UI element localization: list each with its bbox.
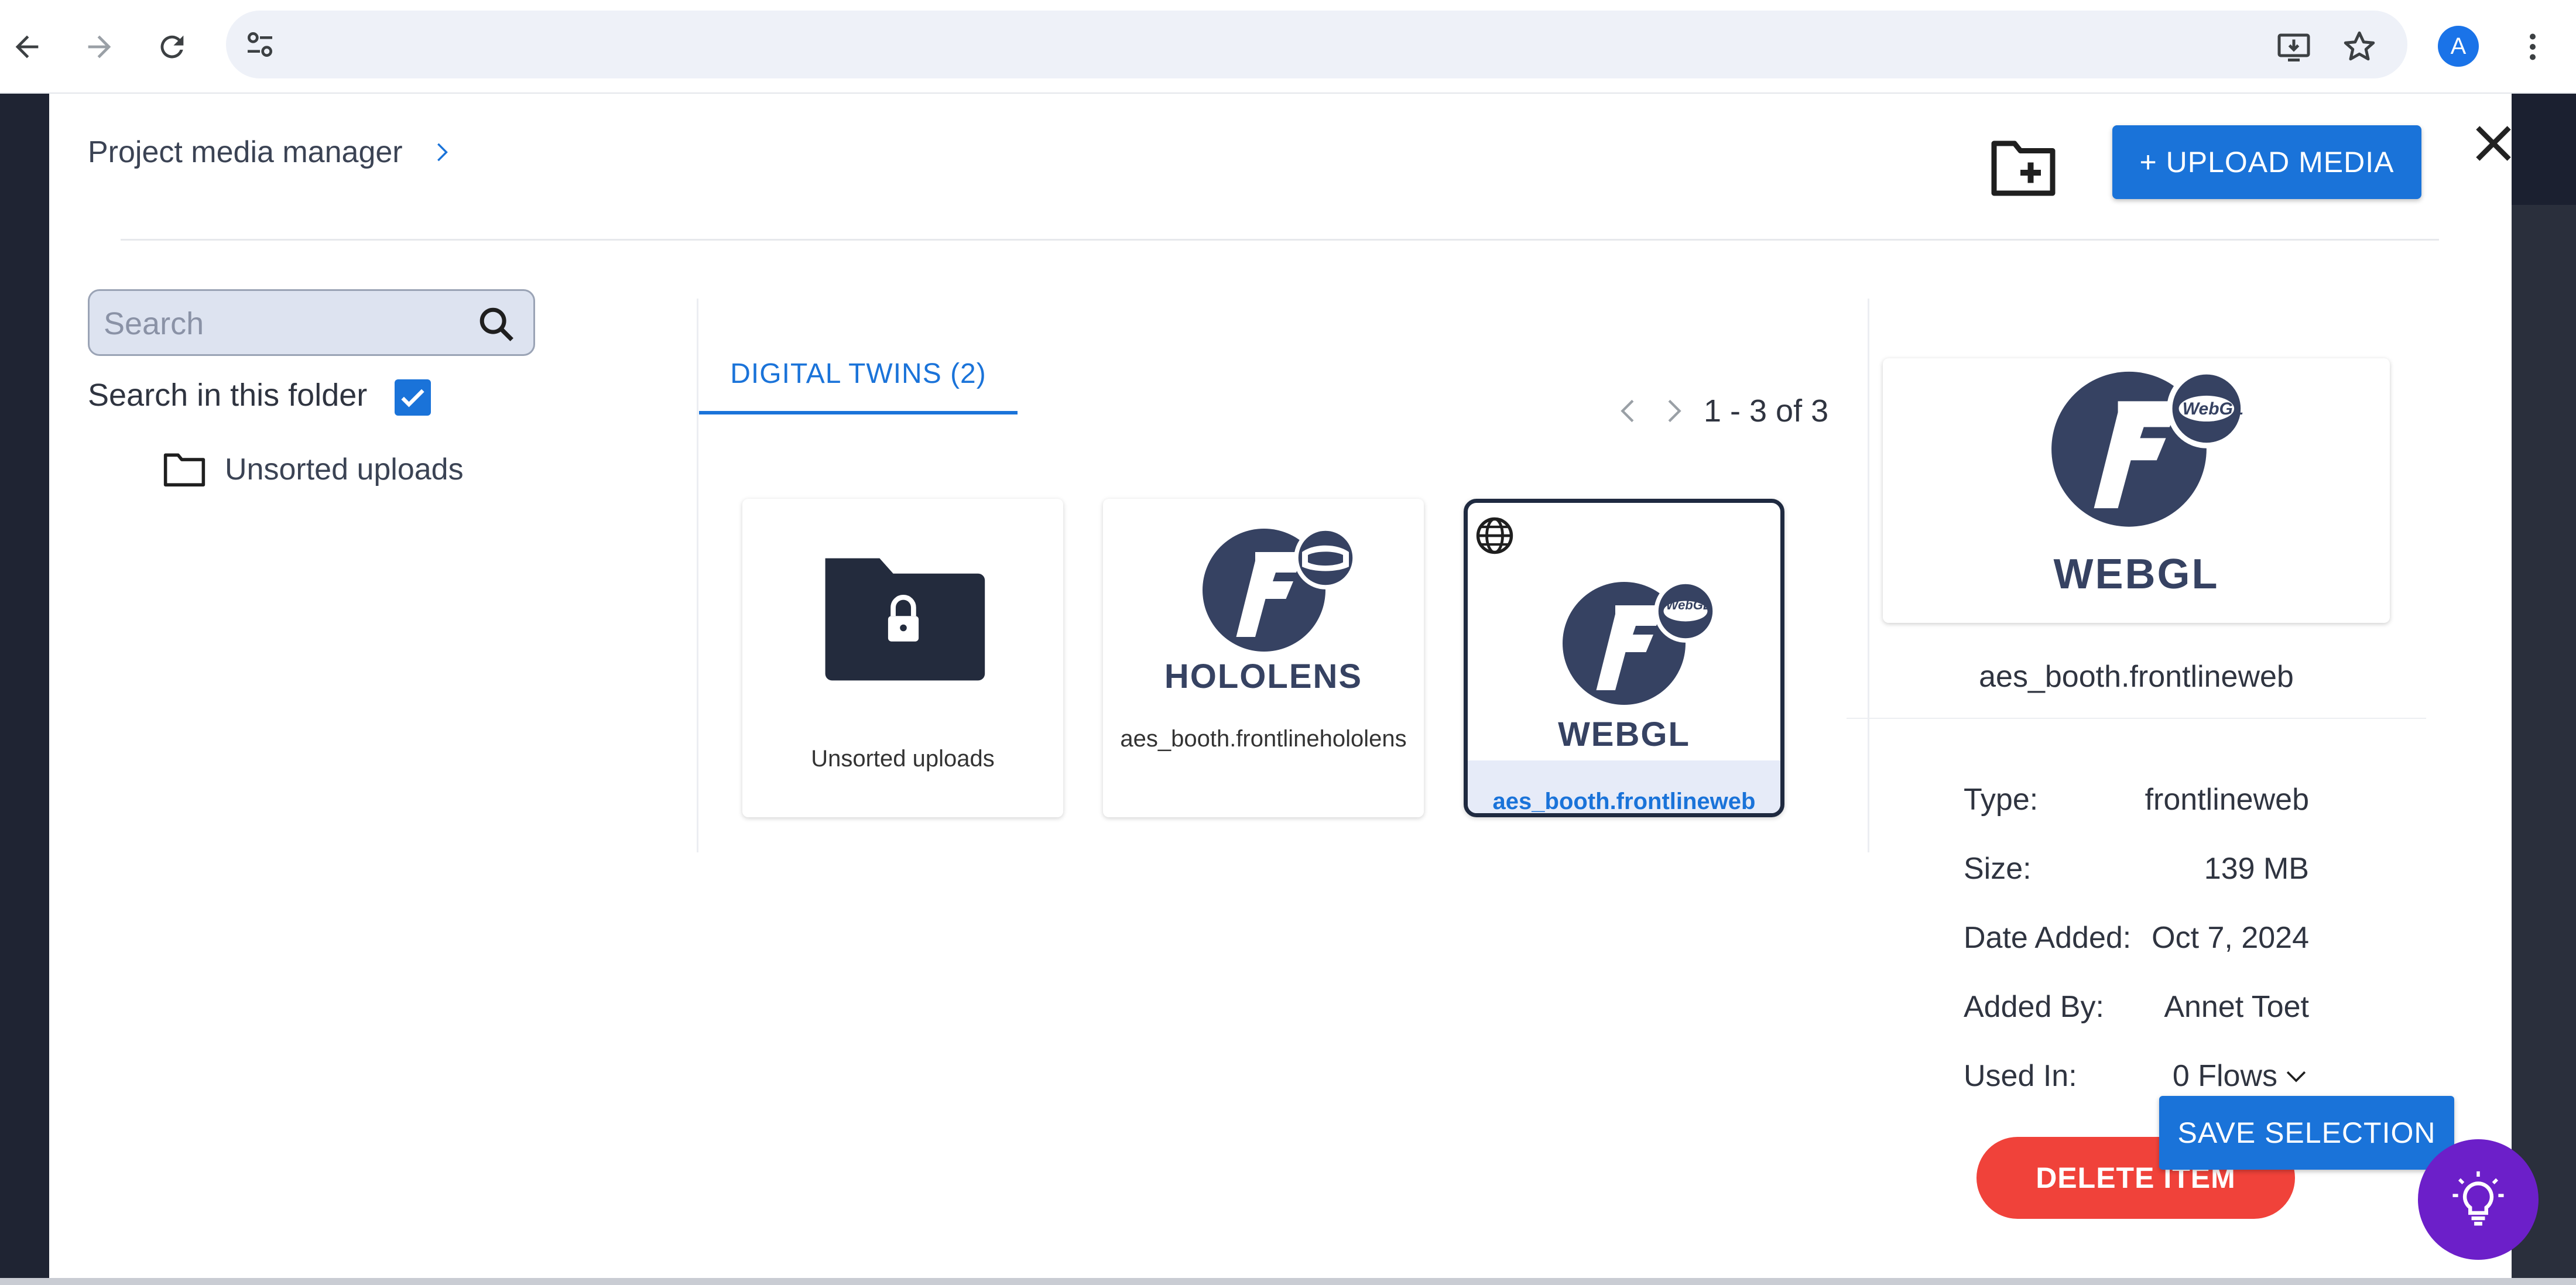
logo-wordmark: WEBGL <box>2053 551 2219 598</box>
site-settings-icon[interactable] <box>244 28 276 61</box>
pagination-range: 1 - 3 of 3 <box>1704 393 1829 429</box>
back-button[interactable] <box>4 23 50 70</box>
detail-value: 0 Flows <box>2172 1059 2277 1093</box>
detail-value: Oct 7, 2024 <box>2152 921 2309 955</box>
detail-value: frontlineweb <box>2145 783 2309 817</box>
folder-icon <box>163 453 205 486</box>
background-right-panel <box>2512 94 2576 1285</box>
detail-row-type: Type: frontlineweb <box>1964 782 2309 817</box>
detail-label: Added By: <box>1964 990 2104 1024</box>
arrow-right-icon <box>88 35 111 59</box>
frontline-webgl-logo-icon <box>1563 580 1717 705</box>
check-icon <box>401 389 424 407</box>
window-bottom-edge <box>0 1278 2576 1285</box>
frontline-webgl-logo-icon <box>2051 369 2246 527</box>
detail-row-used-in: Used In: 0 Flows <box>1964 1058 2309 1094</box>
detail-value: Annet Toet <box>2164 990 2309 1024</box>
logo-wordmark: HOLOLENS <box>1164 657 1363 695</box>
chevron-down-icon <box>2286 1071 2306 1082</box>
folder-tree-item[interactable]: Unsorted uploads <box>163 451 464 488</box>
chevron-right-icon <box>1668 399 1681 423</box>
chevron-right-icon[interactable] <box>429 140 453 165</box>
browser-toolbar: A <box>0 0 2576 94</box>
next-page-button[interactable] <box>1651 388 1698 434</box>
install-app-button[interactable] <box>2270 23 2317 70</box>
arrow-left-icon <box>15 35 39 59</box>
detail-row-added-by: Added By: Annet Toet <box>1964 989 2309 1024</box>
header-divider <box>121 239 2439 241</box>
tab-digital-twins[interactable]: DIGITAL TWINS (2) <box>699 336 1018 414</box>
card-name: aes_booth.frontlineweb <box>1492 789 1756 814</box>
prev-page-button[interactable] <box>1604 388 1651 434</box>
logo-badge-text: WebGL <box>1666 598 1711 612</box>
detail-label: Type: <box>1964 783 2039 817</box>
lightbulb-icon <box>2452 1171 2504 1226</box>
detail-label: Size: <box>1964 852 2032 886</box>
save-selection-button[interactable]: SAVE SELECTION <box>2159 1096 2454 1170</box>
pane-divider-right <box>1868 299 1869 852</box>
forward-button[interactable] <box>76 23 123 70</box>
search-in-folder-label: Search in this folder <box>88 378 368 413</box>
media-card-webgl[interactable]: WebGL WEBGL aes_booth.frontlineweb <box>1464 499 1784 817</box>
reload-icon <box>160 35 184 59</box>
pane-divider-left <box>697 299 698 852</box>
new-folder-icon[interactable] <box>1988 135 2058 199</box>
bookmark-button[interactable] <box>2336 23 2383 70</box>
logo-wordmark: WEBGL <box>1558 715 1690 753</box>
detail-label: Used In: <box>1964 1059 2077 1093</box>
detail-label: Date Added: <box>1964 921 2132 955</box>
search-input[interactable] <box>102 301 456 346</box>
reload-button[interactable] <box>149 23 196 70</box>
address-bar[interactable] <box>226 11 2407 78</box>
frontline-hololens-logo-icon <box>1203 526 1357 652</box>
pagination: 1 - 3 of 3 <box>1604 388 1828 434</box>
close-icon <box>2476 126 2511 161</box>
more-vert-icon <box>2530 33 2536 60</box>
card-name: aes_booth.frontlinehololens <box>1120 726 1407 752</box>
media-card-hololens[interactable]: HOLOLENS aes_booth.frontlinehololens <box>1103 499 1424 817</box>
search-icon[interactable] <box>476 304 517 345</box>
detail-divider <box>1847 718 2426 719</box>
detail-value: 139 MB <box>2204 852 2309 886</box>
upload-media-button[interactable]: + UPLOAD MEDIA <box>2112 125 2421 199</box>
logo-badge-text: WebGL <box>2182 399 2244 419</box>
breadcrumb-root[interactable]: Project media manager <box>88 135 403 170</box>
close-dialog-button[interactable] <box>2461 111 2526 176</box>
install-icon <box>2277 33 2310 61</box>
detail-row-size: Size: 139 MB <box>1964 851 2309 886</box>
folder-tree-label: Unsorted uploads <box>225 453 464 486</box>
detail-preview: WebGL WEBGL <box>1883 358 2390 623</box>
media-card-folder[interactable]: Unsorted uploads <box>742 499 1063 817</box>
search-box <box>88 289 535 356</box>
globe-icon <box>1476 517 1513 554</box>
search-in-folder-checkbox[interactable] <box>395 379 431 416</box>
background-sidebar <box>0 94 49 1285</box>
chevron-left-icon <box>1621 399 1634 423</box>
locked-folder-icon <box>825 558 985 681</box>
detail-item-name: aes_booth.frontlineweb <box>1979 660 2294 694</box>
used-in-dropdown[interactable]: 0 Flows <box>2173 1058 2309 1094</box>
profile-avatar[interactable]: A <box>2438 26 2479 67</box>
browser-menu-button[interactable] <box>2509 23 2556 70</box>
card-name: Unsorted uploads <box>811 746 995 772</box>
media-manager-dialog: Project media manager + UPLOAD MEDIA Sea… <box>49 94 2512 1278</box>
help-button[interactable] <box>2418 1139 2539 1260</box>
star-icon <box>2344 31 2375 61</box>
detail-row-date-added: Date Added: Oct 7, 2024 <box>1964 920 2309 955</box>
breadcrumb: Project media manager <box>88 135 453 170</box>
